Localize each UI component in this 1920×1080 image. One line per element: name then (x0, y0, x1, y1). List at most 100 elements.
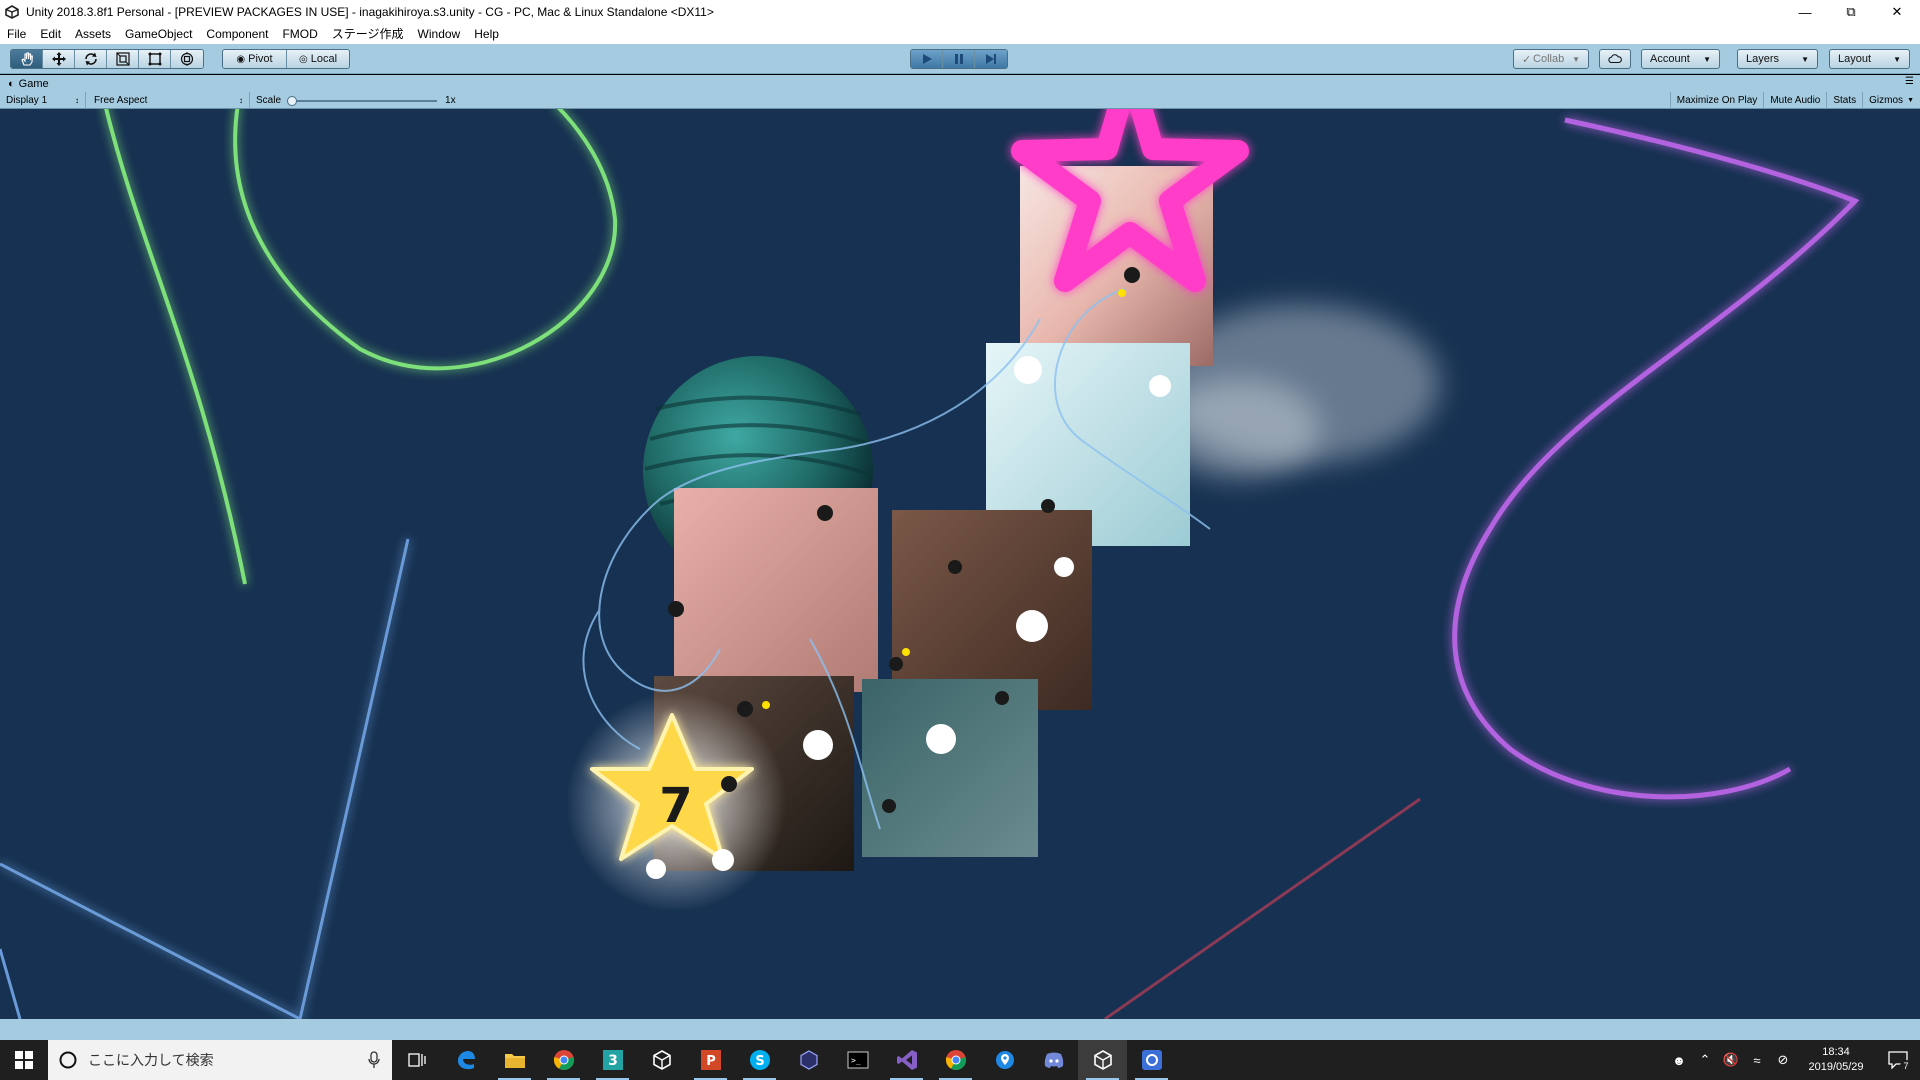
aspect-dropdown[interactable]: Free Aspect ↕ (86, 91, 250, 109)
scale-control: Scale 1x (250, 92, 462, 109)
scale-tool-button[interactable] (107, 50, 139, 68)
local-button[interactable]: ◎ Local (287, 50, 349, 68)
dark-pin (889, 657, 903, 671)
edge-icon (457, 1051, 475, 1070)
taskbar-edge[interactable] (441, 1040, 490, 1080)
pivot-label: Pivot (248, 53, 273, 65)
clock[interactable]: 18:34 2019/05/29 (1796, 1045, 1876, 1075)
display-label: Display 1 (6, 94, 48, 106)
menu-assets[interactable]: Assets (68, 24, 118, 44)
task-view-button[interactable] (392, 1040, 441, 1080)
window-controls: — ⧉ ✕ (1782, 0, 1920, 24)
pink-tile-mid (674, 488, 878, 692)
play-icon (922, 54, 932, 64)
taskbar-skype[interactable]: S (735, 1040, 784, 1080)
dark-pin (737, 701, 753, 717)
menu-stage-create[interactable]: ステージ作成 (325, 24, 411, 44)
taskbar-app-last[interactable] (1127, 1040, 1176, 1080)
yellow-spark (902, 648, 910, 656)
chevron-up-icon[interactable]: ⌃ (1692, 1040, 1718, 1080)
taskbar-visual-studio[interactable] (882, 1040, 931, 1080)
close-button[interactable]: ✕ (1874, 0, 1920, 24)
windows-taskbar: ここに入力して検索 3 P S >_ ☻ ⌃ 🔇 ≈ ⊘ 18:34 2019/… (0, 1040, 1920, 1080)
menu-fmod[interactable]: FMOD (275, 24, 324, 44)
status-bar (0, 1019, 1920, 1040)
white-orb (1054, 557, 1074, 577)
step-icon (986, 54, 996, 64)
start-button[interactable] (0, 1040, 48, 1080)
display-dropdown[interactable]: Display 1 ↕ (0, 91, 86, 109)
unity-logo-icon (4, 4, 20, 20)
transform-tool-button[interactable] (171, 50, 203, 68)
step-button[interactable] (975, 50, 1007, 68)
taskbar-unity[interactable] (1078, 1040, 1127, 1080)
tab-game[interactable]: ◐ Game (0, 75, 49, 92)
menu-file[interactable]: File (0, 24, 33, 44)
taskbar-maps[interactable] (980, 1040, 1029, 1080)
play-button[interactable] (911, 50, 943, 68)
white-orb (1149, 375, 1171, 397)
rect-tool-button[interactable] (139, 50, 171, 68)
menu-gameobject[interactable]: GameObject (118, 24, 199, 44)
menu-component[interactable]: Component (199, 24, 275, 44)
wifi-icon[interactable]: ≈ (1744, 1040, 1770, 1080)
game-view[interactable]: 7 (0, 109, 1920, 1019)
collab-dropdown[interactable]: ✓ Collab ▼ (1513, 49, 1589, 69)
taskbar-chrome[interactable] (539, 1040, 588, 1080)
stats-toggle[interactable]: Stats (1827, 92, 1864, 109)
scale-slider-track (287, 99, 438, 102)
gizmos-dropdown[interactable]: Gizmos ▼ (1863, 92, 1920, 109)
map-pin-icon (995, 1051, 1014, 1069)
account-dropdown[interactable]: Account ▼ (1641, 49, 1720, 69)
clock-date: 2019/05/29 (1808, 1061, 1864, 1073)
pause-button[interactable] (943, 50, 975, 68)
people-icon[interactable]: ☻ (1666, 1040, 1692, 1080)
taskbar-explorer[interactable] (490, 1040, 539, 1080)
pivot-button[interactable]: ◉ Pivot (223, 50, 287, 68)
microphone-icon[interactable] (368, 1051, 380, 1069)
notification-center-button[interactable]: 7 (1876, 1040, 1920, 1080)
taskbar-powerpoint[interactable]: P (686, 1040, 735, 1080)
dark-pin (1041, 499, 1055, 513)
game-tab-icon: ◐ (8, 77, 15, 90)
layout-dropdown[interactable]: Layout ▼ (1829, 49, 1910, 69)
scale-label: Scale (256, 94, 282, 106)
panel-menu-icon[interactable]: ☰ (1905, 76, 1914, 87)
skype-icon: S (749, 1050, 770, 1070)
taskbar-discord[interactable] (1029, 1040, 1078, 1080)
menu-window[interactable]: Window (411, 24, 468, 44)
mute-audio-toggle[interactable]: Mute Audio (1764, 92, 1828, 109)
hand-tool-button[interactable] (11, 50, 43, 68)
taskbar-app-hex[interactable] (784, 1040, 833, 1080)
menu-edit[interactable]: Edit (33, 24, 68, 44)
taskbar-3d-app[interactable]: 3 (588, 1040, 637, 1080)
layout-label: Layout (1838, 53, 1872, 65)
minimize-button[interactable]: — (1782, 0, 1828, 24)
game-panel-tabbar: ◐ Game ☰ (0, 75, 1920, 92)
3d-app-icon: 3 (602, 1050, 623, 1070)
aspect-label: Free Aspect (94, 94, 148, 106)
taskbar-terminal[interactable]: >_ (833, 1040, 882, 1080)
layers-dropdown[interactable]: Layers ▼ (1737, 49, 1818, 69)
clock-time: 18:34 (1822, 1046, 1850, 1058)
scale-slider-thumb[interactable] (287, 95, 298, 106)
cloud-button[interactable] (1599, 49, 1631, 69)
mute-label: Mute Audio (1770, 95, 1821, 106)
restore-button[interactable]: ⧉ (1828, 0, 1874, 24)
notification-count: 7 (1900, 1060, 1912, 1072)
dark-pin (948, 560, 962, 574)
volume-muted-icon[interactable]: 🔇 (1718, 1040, 1744, 1080)
rotate-tool-button[interactable] (75, 50, 107, 68)
local-label: Local (310, 53, 338, 65)
taskbar-unity-hub[interactable] (637, 1040, 686, 1080)
taskbar-search-box[interactable]: ここに入力して検索 (48, 1040, 392, 1080)
maximize-on-play-toggle[interactable]: Maximize On Play (1669, 92, 1765, 109)
taskbar-chrome-2[interactable] (931, 1040, 980, 1080)
collab-check-icon: ✓ (1522, 53, 1532, 66)
pivot-toggles: ◉ Pivot ◎ Local (222, 49, 350, 69)
scale-slider[interactable] (287, 92, 438, 109)
menu-help[interactable]: Help (467, 24, 506, 44)
network-blocked-icon[interactable]: ⊘ (1770, 1040, 1796, 1080)
account-label: Account (1650, 53, 1690, 65)
move-tool-button[interactable] (43, 50, 75, 68)
